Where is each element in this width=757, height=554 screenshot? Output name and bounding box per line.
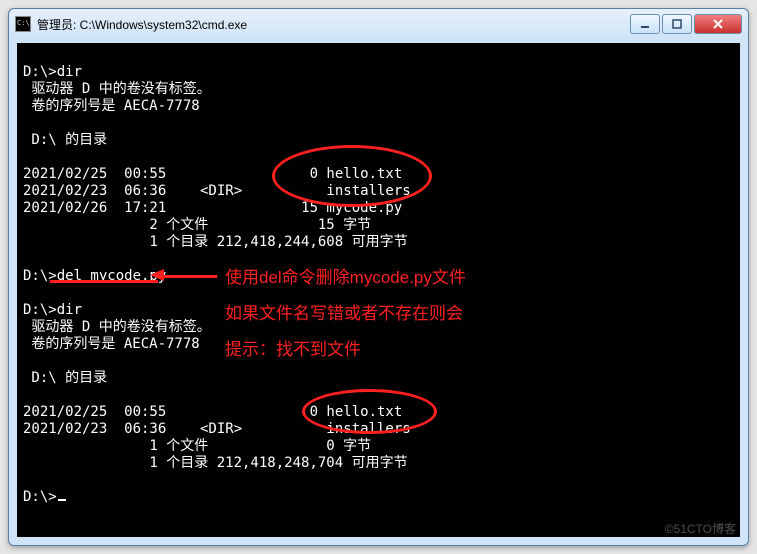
maximize-icon [672, 19, 682, 29]
cmd-window: 管理员: C:\Windows\system32\cmd.exe D:\>dir… [8, 8, 749, 546]
titlebar: 管理员: C:\Windows\system32\cmd.exe [9, 9, 748, 39]
watermark: ©51CTO博客 [665, 520, 736, 537]
minimize-icon [640, 19, 650, 29]
cmd-icon [15, 16, 31, 32]
close-icon [712, 18, 724, 30]
minimize-button[interactable] [630, 14, 660, 34]
cursor [58, 499, 66, 501]
window-controls [630, 14, 742, 34]
terminal-output[interactable]: D:\>dir 驱动器 D 中的卷没有标签。 卷的序列号是 AECA-7778 … [17, 43, 740, 537]
close-button[interactable] [694, 14, 742, 34]
window-title: 管理员: C:\Windows\system32\cmd.exe [37, 16, 630, 33]
maximize-button[interactable] [662, 14, 692, 34]
